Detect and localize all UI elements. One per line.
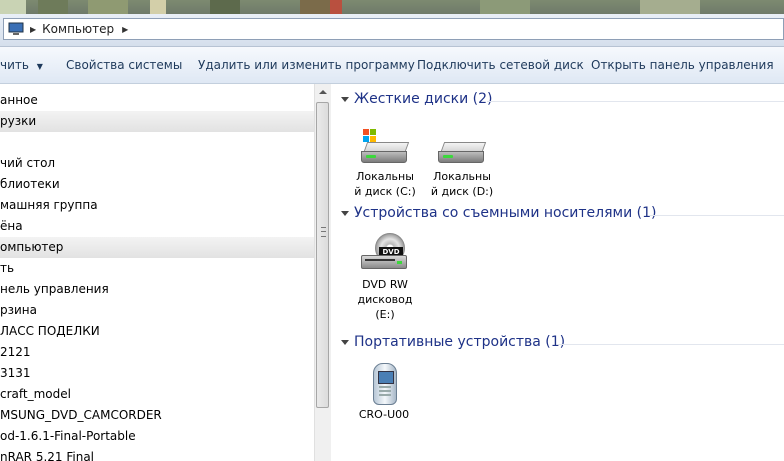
group-divider-line bbox=[487, 101, 784, 102]
nav-item[interactable]: 3131 bbox=[0, 363, 314, 384]
command-toolbar: чить ▼ Свойства системы Удалить или изме… bbox=[0, 47, 784, 84]
group-title: Жесткие диски (2) bbox=[354, 91, 493, 107]
nav-item[interactable]: od-1.6.1-Final-Portable bbox=[0, 426, 314, 447]
nav-item[interactable]: MSUNG_DVD_CAMCORDER bbox=[0, 405, 314, 426]
address-box[interactable]: ▶ Компьютер ▶ bbox=[3, 18, 784, 40]
scrollbar-grip-icon bbox=[321, 227, 326, 237]
drive-c-label-line1: Локальны bbox=[356, 170, 414, 183]
hard-drive-icon bbox=[436, 129, 488, 167]
dvd-label-line2: дисковод bbox=[357, 293, 413, 306]
content-pane: Жесткие диски (2) Локальны й диск (C:) Л… bbox=[337, 84, 784, 461]
group-divider-line bbox=[649, 215, 784, 216]
system-properties-button[interactable]: Свойства системы bbox=[66, 47, 182, 83]
portable-phone-icon bbox=[358, 363, 410, 405]
nav-item[interactable]: блиотеки bbox=[0, 174, 314, 195]
scrollbar-thumb[interactable] bbox=[316, 102, 329, 408]
portable-device-item[interactable]: CRO-U00 bbox=[346, 363, 422, 422]
nav-item[interactable] bbox=[0, 132, 314, 153]
nav-item[interactable]: ть bbox=[0, 258, 314, 279]
windows-drive-icon bbox=[359, 129, 411, 167]
group-title: Устройства со съемными носителями (1) bbox=[354, 205, 657, 221]
drive-d-label-line1: Локальны bbox=[433, 170, 491, 183]
uninstall-program-button[interactable]: Удалить или изменить программу bbox=[198, 47, 415, 83]
group-header-portable[interactable]: Портативные устройства (1) bbox=[337, 334, 784, 354]
dvd-label-line1: DVD RW bbox=[362, 278, 408, 291]
collapse-chevron-icon[interactable] bbox=[341, 340, 349, 345]
group-header-hard-drives[interactable]: Жесткие диски (2) bbox=[337, 91, 784, 111]
drive-d-label-line2: й диск (D:) bbox=[430, 185, 494, 198]
nav-item[interactable]: анное bbox=[0, 90, 314, 111]
drive-d-item[interactable]: Локальны й диск (D:) bbox=[424, 129, 500, 199]
map-network-drive-button[interactable]: Подключить сетевой диск bbox=[417, 47, 584, 83]
address-bar: ▶ Компьютер ▶ bbox=[0, 14, 784, 47]
nav-item[interactable]: омпьютер bbox=[0, 237, 314, 258]
open-control-panel-button[interactable]: Открыть панель управления bbox=[591, 47, 774, 83]
dropdown-arrow-icon: ▼ bbox=[36, 62, 43, 71]
breadcrumb-chevron-icon[interactable]: ▶ bbox=[122, 25, 128, 34]
drive-c-label-line2: й диск (C:) bbox=[354, 185, 416, 198]
nav-item[interactable]: ёна bbox=[0, 216, 314, 237]
nav-item[interactable]: нель управления bbox=[0, 279, 314, 300]
nav-item[interactable]: 2121 bbox=[0, 342, 314, 363]
nav-scrollbar[interactable] bbox=[314, 84, 331, 461]
breadcrumb-arrow-icon[interactable]: ▶ bbox=[30, 25, 36, 34]
drive-c-item[interactable]: Локальны й диск (C:) bbox=[347, 129, 423, 199]
nav-item[interactable]: nRAR 5.21 Final bbox=[0, 447, 314, 461]
scroll-up-arrow-icon[interactable] bbox=[315, 84, 331, 100]
collapse-chevron-icon[interactable] bbox=[341, 97, 349, 102]
nav-item[interactable]: машняя группа bbox=[0, 195, 314, 216]
dvd-drive-icon: DVD bbox=[359, 233, 411, 275]
group-title: Портативные устройства (1) bbox=[354, 334, 566, 350]
nav-item[interactable]: рузки bbox=[0, 111, 314, 132]
group-header-removable[interactable]: Устройства со съемными носителями (1) bbox=[337, 205, 784, 225]
group-divider-line bbox=[557, 344, 784, 345]
navigation-pane: анное рузки чий стол блиотеки машняя гру… bbox=[0, 84, 314, 461]
organize-label: чить bbox=[0, 58, 29, 72]
nav-item[interactable]: ЛАСС ПОДЕЛКИ bbox=[0, 321, 314, 342]
nav-item[interactable]: чий стол bbox=[0, 153, 314, 174]
dvd-label-line3: (E:) bbox=[375, 308, 395, 321]
collapse-chevron-icon[interactable] bbox=[341, 211, 349, 216]
window-top-strip bbox=[0, 0, 784, 14]
portable-device-label: CRO-U00 bbox=[358, 408, 410, 421]
dvd-drive-item[interactable]: DVD DVD RW дисковод (E:) bbox=[347, 233, 423, 322]
nav-item[interactable]: craft_model bbox=[0, 384, 314, 405]
organize-button[interactable]: чить ▼ bbox=[0, 47, 43, 83]
breadcrumb-computer[interactable]: Компьютер bbox=[42, 22, 114, 36]
computer-icon bbox=[8, 22, 24, 36]
nav-item[interactable]: рзина bbox=[0, 300, 314, 321]
